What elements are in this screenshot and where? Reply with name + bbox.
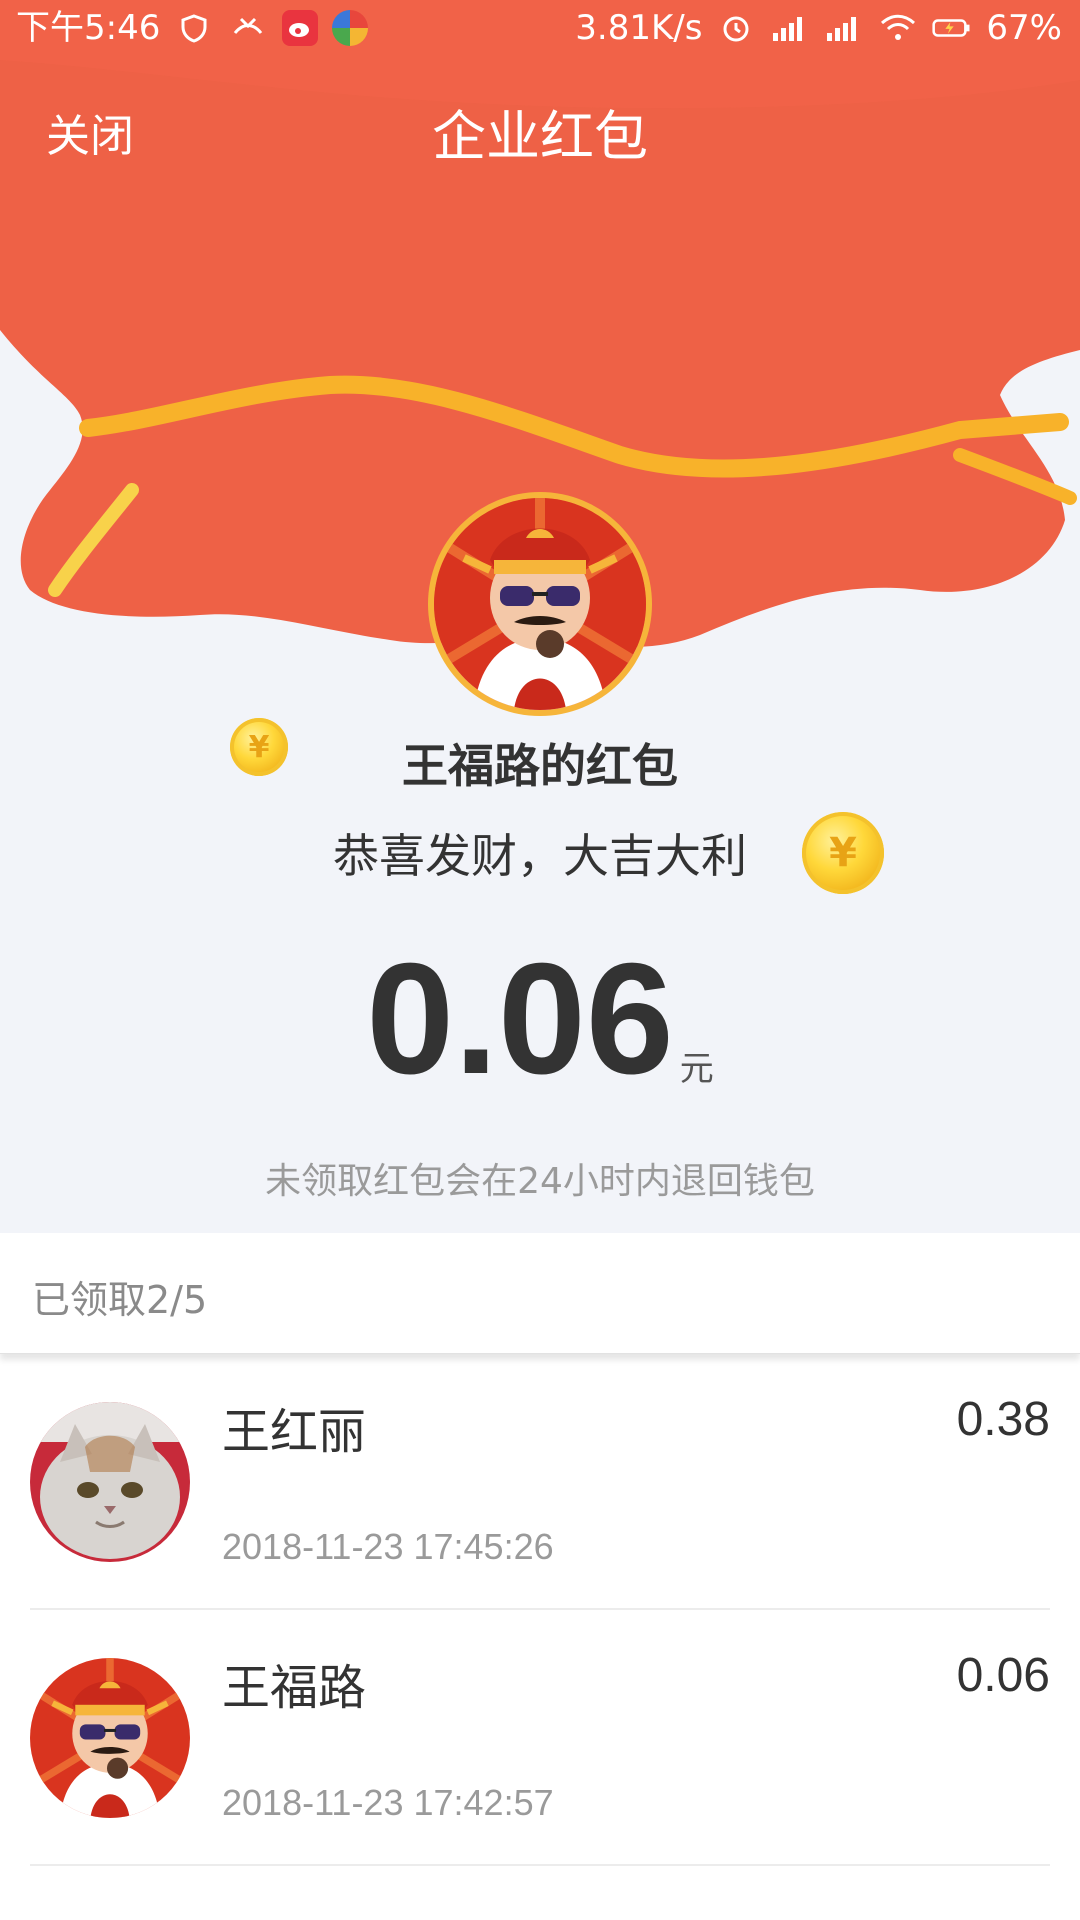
claimer-name: 王红丽 [222,1404,367,1460]
claimer-name: 王福路 [222,1660,367,1716]
divider [30,1864,1050,1866]
network-speed: 3.81K/s [575,8,703,48]
cat-avatar-icon [30,1402,190,1562]
amount-display: 0.06 元 [0,940,1080,1098]
claimed-amount: 0.06 [956,1649,1050,1702]
amount-unit: 元 [679,1049,714,1089]
shield-icon [174,8,214,48]
avatar [30,1658,190,1818]
wifi-icon [878,8,918,48]
status-bar-left: 下午5:46 [16,0,369,56]
claimed-header: 已领取2/5 [0,1233,1080,1354]
signal-icon-2 [824,8,864,48]
greeting-message: 恭喜发财，大吉大利 [333,829,747,883]
amount-value: 0.06 [366,931,674,1107]
claimed-amount: 0.38 [956,1393,1050,1446]
signal-icon [770,8,810,48]
status-bar: 下午5:46 3.81K/s 67% [0,0,1080,56]
battery-charging-icon [932,8,972,48]
claimed-count: 已领取2/5 [32,1278,208,1322]
status-time: 下午5:46 [16,8,161,48]
claimed-time: 2018-11-23 17:45:26 [222,1526,554,1567]
list-item[interactable]: 王红丽 0.38 2018-11-23 17:45:26 [0,1354,1080,1610]
god-of-wealth-avatar-icon [434,498,646,710]
sender-avatar [434,498,646,710]
page-title: 企业红包 [432,105,648,168]
list-item[interactable]: 王福路 0.06 2018-11-23 17:42:57 [0,1610,1080,1866]
refund-notice: 未领取红包会在24小时内退回钱包 [265,1161,815,1202]
red-packet-detail-screen: 下午5:46 3.81K/s 67% 关闭 企业红包 ¥ ¥ 王福路的红包 恭喜… [0,0,1080,1920]
sender-name: 王福路的红包 [402,739,678,793]
nav-bar: 关闭 企业红包 [0,70,1080,190]
avatar [30,1402,190,1562]
missed-call-icon [228,8,268,48]
battery-percent: 67% [986,8,1062,48]
claimed-list: 王红丽 0.38 2018-11-23 17:45:26 王福路 0.06 20… [0,1354,1080,1866]
god-of-wealth-avatar-icon [30,1658,190,1818]
claimed-time: 2018-11-23 17:42:57 [222,1782,554,1823]
weibo-app-icon [282,10,319,46]
alarm-icon [716,8,756,48]
app-notification-icon [332,10,369,46]
status-bar-right: 3.81K/s 67% [575,0,1062,56]
